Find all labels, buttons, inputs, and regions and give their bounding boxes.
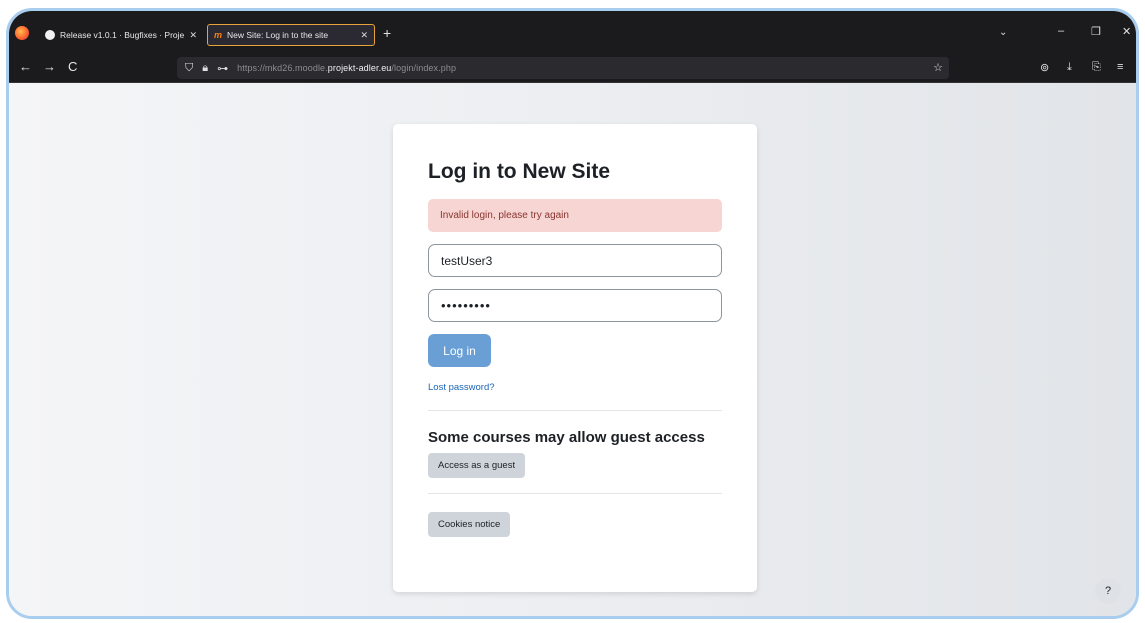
username-input[interactable]: testUser3 (428, 244, 722, 277)
firefox-logo-icon (15, 26, 29, 40)
login-button[interactable]: Log in (428, 334, 491, 367)
cookies-notice-button[interactable]: Cookies notice (428, 512, 511, 537)
github-icon (45, 30, 55, 40)
url-text[interactable]: https://mkd26.moodle.projekt-adler.eu/lo… (237, 63, 456, 73)
pocket-icon[interactable]: ⊚ (1040, 61, 1049, 74)
back-button[interactable]: ← (19, 59, 32, 74)
download-icon[interactable]: ⤓ (1067, 61, 1072, 74)
tab-release[interactable]: Release v1.0.1 · Bugfixes · Proje ✕ (39, 24, 203, 46)
divider (428, 410, 722, 411)
error-alert: Invalid login, please try again (428, 199, 722, 232)
login-card: Log in to New Site Invalid login, please… (393, 124, 757, 592)
bookmark-star-icon[interactable]: ☆ (933, 61, 943, 74)
navigation-bar: ← → C ⛉ 🔒︎ ⊶ https://mkd26.moodle.projek… (9, 55, 1136, 83)
page-content: Log in to New Site Invalid login, please… (9, 83, 1136, 616)
key-icon[interactable]: ⊶ (217, 62, 228, 75)
tab-close-icon[interactable]: ✕ (189, 30, 197, 41)
extensions-icon[interactable]: ⎘ (1092, 61, 1101, 74)
restore-button[interactable]: ❐ (1091, 25, 1101, 38)
lock-icon[interactable]: 🔒︎ (202, 62, 208, 75)
guest-access-heading: Some courses may allow guest access (428, 429, 705, 446)
forward-button[interactable]: → (43, 59, 56, 74)
tab-close-icon[interactable]: ✕ (360, 30, 368, 41)
tab-label: New Site: Log in to the site (227, 30, 329, 40)
tab-login[interactable]: m New Site: Log in to the site ✕ (207, 24, 375, 46)
page-title: Log in to New Site (428, 160, 610, 183)
menu-icon[interactable]: ≡ (1117, 61, 1123, 73)
moodle-icon: m (214, 30, 223, 40)
list-tabs-button[interactable]: ⌄ (999, 27, 1007, 38)
address-bar[interactable]: ⛉ 🔒︎ ⊶ https://mkd26.moodle.projekt-adle… (177, 57, 949, 79)
tab-strip: Release v1.0.1 · Bugfixes · Proje ✕ m Ne… (9, 11, 1136, 55)
help-button[interactable]: ? (1095, 578, 1121, 604)
guest-access-button[interactable]: Access as a guest (428, 453, 526, 478)
browser-window: Release v1.0.1 · Bugfixes · Proje ✕ m Ne… (6, 8, 1139, 619)
minimize-button[interactable]: – (1058, 25, 1064, 37)
lost-password-link[interactable]: Lost password? (428, 382, 722, 393)
reload-button[interactable]: C (68, 59, 77, 74)
tab-label: Release v1.0.1 · Bugfixes · Proje (60, 30, 185, 40)
new-tab-button[interactable]: + (383, 25, 391, 41)
shield-icon[interactable]: ⛉ (185, 62, 193, 75)
window-close-button[interactable]: ✕ (1122, 25, 1131, 38)
password-input[interactable]: ••••••••• (428, 289, 722, 322)
divider (428, 493, 722, 494)
